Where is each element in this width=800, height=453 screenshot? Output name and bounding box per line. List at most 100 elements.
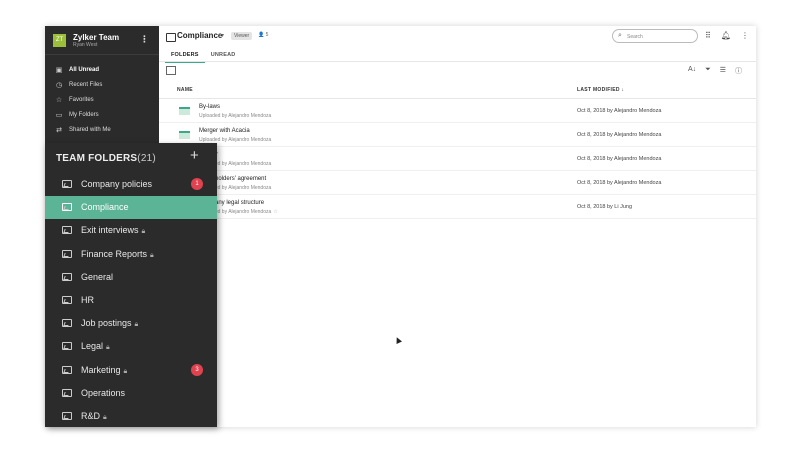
role-badge: Viewer	[231, 32, 253, 40]
team-folder-item[interactable]: HR	[45, 289, 217, 312]
last-modified: Oct 8, 2018 by Alejandro Mendoza	[577, 132, 662, 138]
sidebar-item-recent-files[interactable]: ◷ Recent Files	[55, 77, 111, 92]
top-actions: ⠿ 🔔︎ ⋮	[705, 31, 749, 40]
folder-table: By-laws Uploaded by Alejandro Mendoza Oct …	[159, 99, 756, 219]
more-options-icon[interactable]: ⋮	[741, 31, 749, 40]
team-folder-item[interactable]: Legal 🔒︎	[45, 335, 217, 358]
table-row[interactable]: MergerUploaded by Alejandro MendozaOct 8…	[159, 147, 756, 171]
folder-name[interactable]: By-laws	[199, 104, 220, 110]
team-folder-item[interactable]: Job postings 🔒︎	[45, 312, 217, 335]
sidebar-divider	[45, 54, 159, 55]
team-folder-label: Finance Reports 🔒︎	[81, 249, 154, 260]
team-folders-list: Company policies 1 Compliance Exit intervie…	[45, 173, 217, 428]
main-pane: Compliance ▾ Viewer 👤 5 ⌕ Search ⠿ 🔔︎ ⋮ …	[159, 26, 756, 427]
team-folder-icon	[166, 33, 176, 42]
search-input[interactable]: ⌕ Search	[612, 29, 698, 43]
last-modified: Oct 8, 2018 by Alejandro Mendoza	[577, 180, 662, 186]
team-folder-item[interactable]: R&D 🔒︎	[45, 405, 217, 428]
team-folder-label: General	[81, 272, 113, 282]
apps-grid-icon[interactable]: ⠿	[705, 31, 711, 40]
team-folders-count: (21)	[137, 153, 156, 164]
team-folder-item[interactable]: Operations	[45, 382, 217, 405]
sidebar-item-favorites[interactable]: ☆ Favorites	[55, 92, 111, 107]
chevron-down-icon[interactable]: ▾	[221, 32, 224, 39]
table-row[interactable]: Shareholders' agreement Uploaded by Aleja…	[159, 171, 756, 195]
team-folder-name: Job postings	[81, 318, 132, 329]
members-number: 5	[265, 32, 269, 38]
star-icon[interactable]: ☆	[273, 209, 277, 215]
team-folder-name: R&D	[81, 410, 101, 421]
team-folder-name: General	[81, 271, 114, 282]
lock-icon: 🔒︎	[141, 228, 146, 236]
team-folder-icon	[62, 388, 72, 397]
last-modified: Oct 8, 2018 by Alejandro Mendoza	[577, 156, 662, 162]
team-folder-item[interactable]: Compliance	[45, 196, 217, 220]
table-row[interactable]: Company legal structure Uploaded by Aleja…	[159, 195, 756, 219]
team-folder-item[interactable]: Finance Reports 🔒︎	[45, 243, 217, 266]
team-folder-item[interactable]: Marketing 🔒︎ 3	[45, 359, 217, 382]
kebab-menu-icon[interactable]: ⋮	[140, 34, 149, 45]
team-logo: ZT	[53, 34, 66, 47]
team-folder-label: Job postings 🔒︎	[81, 318, 138, 329]
members-count[interactable]: 👤 5	[258, 32, 268, 38]
star-icon: ☆	[55, 96, 63, 104]
sidebar-item-label: Shared with Me	[69, 126, 111, 133]
team-folder-icon	[62, 411, 72, 420]
header-divider	[159, 61, 756, 62]
list-view-icon[interactable]: ☰	[720, 66, 726, 76]
team-folder-item[interactable]: Company policies 1	[45, 173, 217, 196]
table-row[interactable]: Merger with Acacia Uploaded by Alejandro …	[159, 123, 756, 147]
lock-icon: 🔒︎	[106, 344, 110, 352]
folder-info-icon[interactable]	[166, 66, 176, 75]
lock-icon: 🔒︎	[134, 321, 139, 329]
team-folder-icon	[62, 365, 72, 374]
bell-icon[interactable]: 🔔︎	[721, 31, 731, 40]
team-folder-name: Exit interviews	[81, 225, 139, 236]
sort-az-icon[interactable]: A↓	[688, 66, 696, 76]
folder-uploader: Uploaded by Alejandro Mendoza	[199, 113, 271, 119]
folder-name[interactable]: Merger with Acacia	[199, 128, 250, 134]
add-folder-icon[interactable]: +	[190, 147, 199, 164]
sidebar-item-my-folders[interactable]: ▭ My Folders	[55, 107, 111, 122]
table-row[interactable]: By-laws Uploaded by Alejandro Mendoza Oct …	[159, 99, 756, 123]
team-folders-panel: TEAM FOLDERS(21) + Company policies 1 Comp…	[45, 143, 217, 427]
sidebar-item-label: My Folders	[69, 111, 99, 118]
team-folder-label: Legal 🔒︎	[81, 341, 110, 352]
team-folder-name: HR	[81, 294, 94, 305]
team-folder-icon	[62, 226, 72, 235]
team-folder-item[interactable]: Exit interviews 🔒︎	[45, 219, 217, 242]
team-folder-label: Company policies	[81, 179, 152, 189]
sidebar-item-shared-with-me[interactable]: ⇄ Shared with Me	[55, 122, 111, 137]
team-folder-item[interactable]: General	[45, 266, 217, 289]
team-folder-icon	[62, 180, 72, 188]
team-folder-icon	[62, 272, 72, 281]
filter-icon[interactable]: ⏷	[705, 66, 711, 76]
page-title[interactable]: Compliance	[177, 31, 222, 40]
folder-icon	[179, 131, 190, 139]
last-modified: Oct 8, 2018 by Alejandro Mendoza	[577, 108, 662, 114]
lock-icon: 🔒︎	[103, 413, 107, 421]
sidebar-item-all-unread[interactable]: ▣ All Unread	[55, 62, 111, 77]
user-icon: 👤	[258, 32, 265, 38]
folder-icon	[179, 107, 190, 115]
team-name[interactable]: Zylker Team	[73, 33, 119, 42]
team-folder-label: Exit interviews 🔒︎	[81, 225, 145, 236]
share-icon: ⇄	[56, 126, 62, 134]
team-folder-name: Legal	[81, 341, 104, 352]
team-folder-name: Compliance	[81, 202, 129, 213]
team-folder-icon	[62, 249, 72, 258]
team-user: Ryan West	[73, 42, 98, 48]
sidebar-nav: ▣ All Unread ◷ Recent Files ☆ Favorites ▭ My Fo…	[55, 62, 111, 137]
column-header-modified[interactable]: LAST MODIFIED ↓	[577, 87, 624, 93]
team-folder-label: Marketing 🔒︎	[81, 365, 127, 376]
unread-icon: ▣	[55, 66, 63, 74]
search-icon: ⌕	[618, 32, 622, 39]
unread-badge: 3	[191, 363, 203, 376]
sidebar-item-label: Recent Files	[69, 81, 103, 88]
team-folder-name: Finance Reports	[81, 248, 148, 259]
team-folder-name: Marketing	[81, 364, 121, 375]
sidebar-item-label: Favorites	[69, 96, 94, 103]
sidebar-item-label: All Unread	[69, 66, 100, 73]
column-header-name[interactable]: NAME	[177, 87, 193, 93]
info-icon[interactable]: ⓘ	[735, 66, 742, 76]
